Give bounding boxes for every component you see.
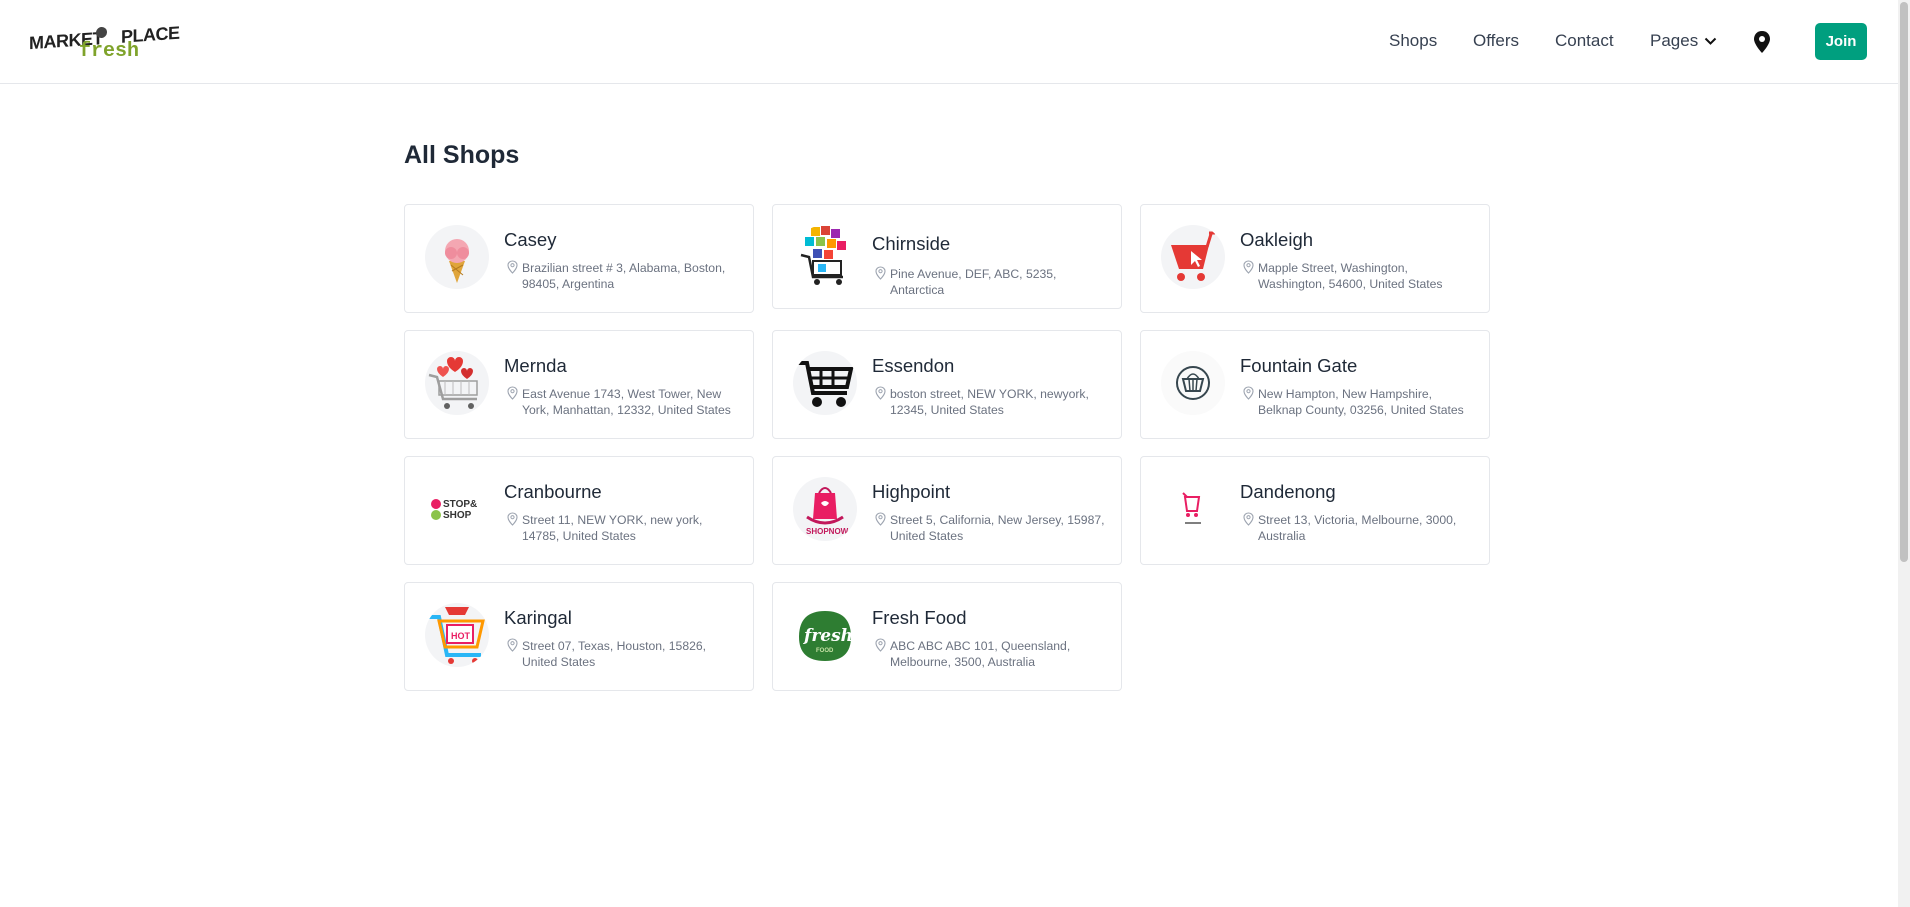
shop-name: Chirnside — [872, 233, 951, 254]
map-pin-icon — [507, 638, 518, 652]
shop-name: Casey — [504, 229, 557, 250]
shop-address: Mapple Street, Washington, Washington, 5… — [1258, 261, 1443, 291]
map-pin-icon — [875, 266, 886, 280]
shop-address: ABC ABC ABC 101, Queensland, Melbourne, … — [890, 639, 1071, 669]
shop-card-karingal[interactable]: HOT Karingal Street 07, Texas, Houston, … — [404, 582, 754, 691]
hot-sale-cart-icon: HOT — [425, 603, 489, 667]
scrollbar-thumb[interactable] — [1900, 2, 1908, 562]
shop-address: boston street, NEW YORK, newyork, 12345,… — [890, 387, 1089, 417]
shop-card-casey[interactable]: Casey Brazilian street # 3, Alabama, Bos… — [404, 204, 754, 313]
page-title: All Shops — [404, 141, 520, 169]
shop-name: Highpoint — [872, 481, 951, 502]
join-button[interactable]: Join — [1815, 23, 1867, 60]
pink-cart-icon — [1161, 477, 1225, 541]
shop-name: Essendon — [872, 355, 955, 376]
shop-name: Karingal — [504, 607, 572, 628]
shop-name: Mernda — [504, 355, 567, 376]
nav-link-offers[interactable]: Offers — [1473, 31, 1519, 51]
map-pin-icon — [1243, 512, 1254, 526]
top-navbar: MARKET PLACE fresh Shops Offers Contact … — [0, 0, 1898, 84]
svg-text:SHOP: SHOP — [443, 510, 472, 521]
shop-address: Street 13, Victoria, Melbourne, 3000, Au… — [1258, 513, 1457, 543]
map-pin-icon — [507, 386, 518, 400]
shop-card-chirnside[interactable]: Chirnside Pine Avenue, DEF, ABC, 5235, A… — [772, 204, 1122, 309]
map-pin-icon — [1243, 260, 1254, 274]
map-pin-icon — [507, 512, 518, 526]
cart-with-hearts-icon — [425, 351, 489, 415]
stop-and-shop-logo-icon: STOP& SHOP — [425, 477, 489, 541]
map-pin-icon — [1243, 386, 1254, 400]
shop-address: Pine Avenue, DEF, ABC, 5235, Antarctica — [890, 267, 1057, 297]
map-pin-icon — [507, 260, 518, 274]
shop-name: Cranbourne — [504, 481, 602, 502]
basket-icon — [1161, 351, 1225, 415]
shop-card-mernda[interactable]: Mernda East Avenue 1743, West Tower, New… — [404, 330, 754, 439]
shop-card-cranbourne[interactable]: STOP& SHOP Cranbourne Street 11, NEW YOR… — [404, 456, 754, 565]
svg-text:STOP&: STOP& — [443, 499, 477, 510]
ice-cream-cone-icon — [425, 225, 489, 289]
nav-pages-dropdown[interactable]: Pages — [1650, 31, 1717, 51]
svg-text:HOT: HOT — [451, 631, 471, 641]
nav-link-shops[interactable]: Shops — [1389, 31, 1437, 51]
shop-name: Oakleigh — [1240, 229, 1314, 250]
shop-address: East Avenue 1743, West Tower, New York, … — [522, 387, 731, 417]
shop-address: Street 5, California, New Jersey, 15987,… — [890, 513, 1105, 543]
shop-address: Street 07, Texas, Houston, 15826, United… — [522, 639, 707, 669]
shop-address: Street 11, NEW YORK, new york, 14785, Un… — [522, 513, 703, 543]
shop-card-fountain-gate[interactable]: Fountain Gate New Hampton, New Hampshire… — [1140, 330, 1490, 439]
shopping-cart-boxes-icon — [793, 225, 857, 289]
site-logo[interactable]: MARKET PLACE fresh — [29, 22, 180, 63]
location-pin-icon[interactable] — [1753, 31, 1771, 53]
shop-card-fresh-food[interactable]: fresh FOOD Fresh Food ABC ABC ABC 101, Q… — [772, 582, 1122, 691]
fresh-food-logo-icon: fresh FOOD — [793, 603, 857, 667]
shop-card-essendon[interactable]: Essendon boston street, NEW YORK, newyor… — [772, 330, 1122, 439]
shop-name: Fresh Food — [872, 607, 967, 628]
shop-name: Fountain Gate — [1240, 355, 1358, 376]
shop-card-highpoint[interactable]: SHOPNOW Highpoint Street 5, California, … — [772, 456, 1122, 565]
svg-text:FOOD: FOOD — [816, 648, 834, 654]
map-pin-icon — [875, 512, 886, 526]
shop-name: Dandenong — [1240, 481, 1336, 502]
nav-link-contact[interactable]: Contact — [1555, 31, 1614, 51]
shop-card-dandenong[interactable]: Dandenong Street 13, Victoria, Melbourne… — [1140, 456, 1490, 565]
svg-text:fresh: fresh — [803, 626, 853, 646]
black-cart-icon — [793, 351, 857, 415]
chevron-down-icon — [1704, 37, 1717, 45]
map-pin-icon — [875, 638, 886, 652]
shop-address: Brazilian street # 3, Alabama, Boston, 9… — [522, 261, 726, 291]
map-pin-icon — [875, 386, 886, 400]
shopnow-bag-icon: SHOPNOW — [793, 477, 857, 541]
svg-text:SHOPNOW: SHOPNOW — [806, 527, 849, 536]
shop-address: New Hampton, New Hampshire, Belknap Coun… — [1258, 387, 1464, 417]
shop-card-oakleigh[interactable]: Oakleigh Mapple Street, Washington, Wash… — [1140, 204, 1490, 313]
red-cart-icon — [1161, 225, 1225, 289]
pages-label: Pages — [1650, 31, 1699, 50]
